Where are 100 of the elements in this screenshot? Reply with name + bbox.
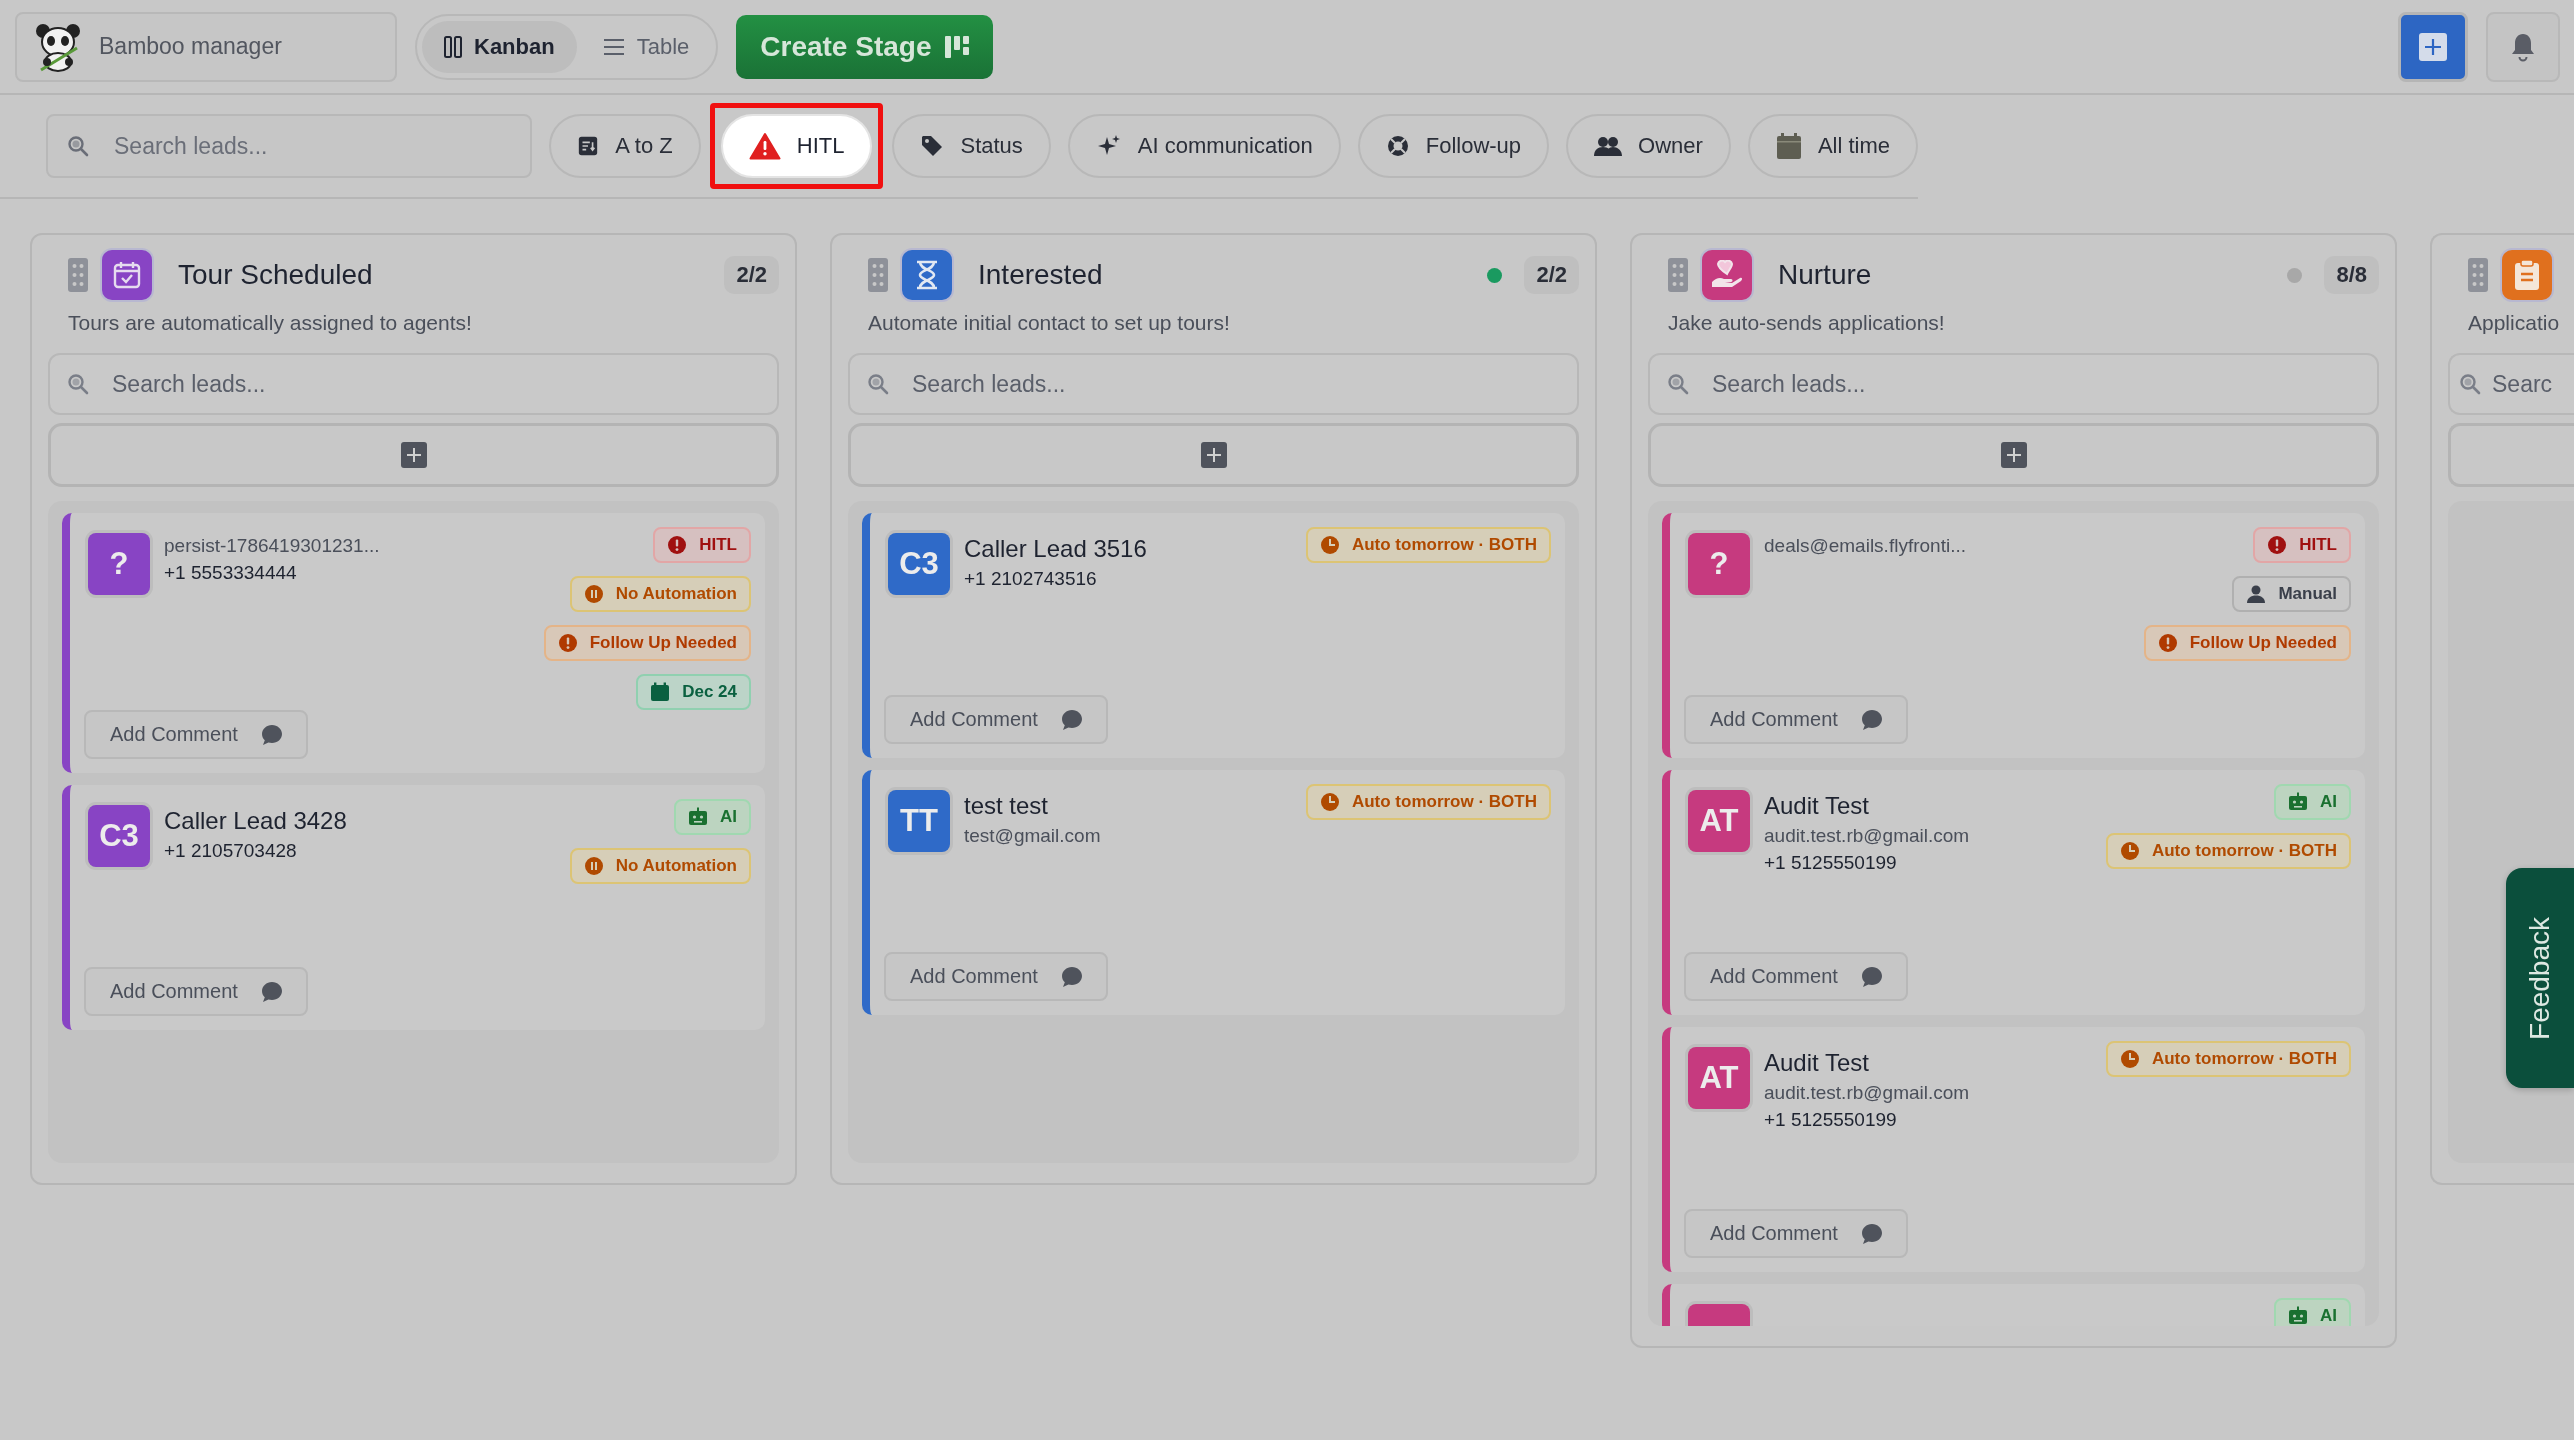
lead-contact: persist-1786419301231... xyxy=(164,535,380,557)
search-icon xyxy=(2458,372,2482,396)
workspace-name: Bamboo manager xyxy=(99,33,282,60)
status-tag: HITL xyxy=(2253,527,2351,563)
robot-icon xyxy=(2288,792,2308,812)
add-lead-button[interactable] xyxy=(848,423,1579,487)
search-field[interactable]: Search leads... xyxy=(848,353,1579,415)
lead-phone: +1 5125550199 xyxy=(1764,852,1898,874)
robot-icon xyxy=(2288,1306,2308,1326)
lead-card[interactable]: ? persist-1786419301231... +1 5553334444 HITL No Automation Follow Up Needed Dec 24 Add Comment xyxy=(62,513,765,773)
search-field[interactable]: Search leads... xyxy=(1648,353,2379,415)
search-field[interactable]: Search leads... xyxy=(48,353,779,415)
search-field[interactable]: Search leads... xyxy=(46,114,533,178)
status-tag: Follow Up Needed xyxy=(543,625,751,661)
notifications-button[interactable] xyxy=(2486,11,2560,82)
add-icon xyxy=(400,442,427,468)
lead-card[interactable]: C3 Caller Lead 3516 +1 2102743516 Auto tomorrow · BOTH Add Comment xyxy=(862,513,1565,758)
lead-phone: +1 5553334444 xyxy=(164,562,298,584)
alert-icon xyxy=(667,535,688,555)
stage-title: Nurture xyxy=(1778,259,1872,291)
avatar: TT xyxy=(888,790,950,852)
status-tag: AI xyxy=(674,799,751,835)
status-tag: No Automation xyxy=(569,848,751,884)
add-comment-button[interactable]: Add Comment xyxy=(84,967,308,1016)
stage-description: Automate initial contact to set up tours! xyxy=(868,311,1231,335)
lead-card[interactable]: ? deals@emails.flyfronti... HITL Manual Follow Up Needed Add Comment xyxy=(1662,513,2365,758)
filter-button[interactable]: All time xyxy=(1747,114,1918,178)
list-icon xyxy=(602,37,625,56)
avatar: AT xyxy=(1688,1047,1750,1109)
search-icon xyxy=(66,372,90,396)
lead-name: test test xyxy=(964,792,1050,820)
columns-icon xyxy=(444,35,462,58)
add-comment-button[interactable]: Add Comment xyxy=(1684,1209,1908,1258)
pause-icon xyxy=(583,856,604,876)
search-icon xyxy=(866,372,890,396)
lead-phone: +1 5125550199 xyxy=(1764,1109,1898,1131)
sort-icon xyxy=(577,135,600,157)
alert-icon xyxy=(2267,535,2288,555)
filter-button[interactable]: HITL xyxy=(720,114,873,178)
panda-icon xyxy=(33,21,83,72)
lead-card[interactable]: C3 Caller Lead 3428 +1 2105703428 AI No Automation Add Comment xyxy=(62,785,765,1030)
add-comment-button[interactable]: Add Comment xyxy=(884,695,1108,744)
robot-icon xyxy=(688,807,708,827)
view-tab[interactable]: Kanban xyxy=(422,20,577,73)
add-comment-button[interactable]: Add Comment xyxy=(1684,952,1908,1001)
stage-description: Applicatio xyxy=(2468,311,2561,335)
status-tag: Auto tomorrow · BOTH xyxy=(2105,1041,2351,1077)
avatar: C3 xyxy=(88,805,150,867)
filter-button[interactable]: A to Z xyxy=(549,114,701,178)
plus-icon xyxy=(2419,32,2447,61)
avatar: ? xyxy=(88,533,150,595)
filter-button[interactable]: Status xyxy=(892,114,1051,178)
chat-bubble-icon xyxy=(1059,964,1084,989)
feedback-tab[interactable]: Feedback xyxy=(2506,868,2574,1088)
add-comment-button[interactable]: Add Comment xyxy=(1684,695,1908,744)
grid-icon xyxy=(945,35,970,58)
add-lead-button[interactable] xyxy=(1648,423,2379,487)
clock-icon xyxy=(2119,841,2140,861)
workspace-selector[interactable]: Bamboo manager xyxy=(15,11,397,82)
lead-contact: deals@emails.flyfronti... xyxy=(1764,535,1966,557)
search-field[interactable]: Searc xyxy=(2448,353,2574,415)
pause-icon xyxy=(583,584,604,604)
add-comment-button[interactable]: Add Comment xyxy=(84,710,308,759)
lead-card[interactable]: AT Audit Test audit.test.rb@gmail.com +1 5125550199 AI Auto tomorrow · BOTH Add Comment xyxy=(1662,770,2365,1015)
stage-description: Tours are automatically assigned to agents! xyxy=(68,311,473,335)
alert-icon xyxy=(557,633,578,653)
lead-contact: audit.test.rb@gmail.com xyxy=(1764,825,1970,847)
lead-count: 2/2 xyxy=(724,256,779,294)
avatar: ? xyxy=(1688,533,1750,595)
add-icon xyxy=(2000,442,2027,468)
search-icon xyxy=(1666,372,1690,396)
status-tag: Manual xyxy=(2232,576,2351,612)
lead-name: Caller Lead 3516 xyxy=(964,535,1147,563)
drag-handle-icon xyxy=(2468,258,2488,292)
chat-bubble-icon xyxy=(1859,964,1884,989)
lead-name: Audit Test xyxy=(1764,1049,1870,1077)
status-tag: AI xyxy=(2274,1298,2351,1326)
drag-handle-icon xyxy=(1668,258,1688,292)
filter-button[interactable]: Follow-up xyxy=(1357,114,1550,178)
lead-card[interactable]: AI xyxy=(1662,1284,2365,1326)
add-button[interactable] xyxy=(2398,11,2468,82)
stage-title: Tour Scheduled xyxy=(178,259,373,291)
lead-card[interactable]: TT test test test@gmail.com Auto tomorrow · BOTH Add Comment xyxy=(862,770,1565,1015)
bell-icon xyxy=(2510,31,2536,62)
add-comment-button[interactable]: Add Comment xyxy=(884,952,1108,1001)
lead-contact: test@gmail.com xyxy=(964,825,1101,847)
lead-card[interactable]: AT Audit Test audit.test.rb@gmail.com +1 5125550199 Auto tomorrow · BOTH Add Comment xyxy=(1662,1027,2365,1272)
filter-button[interactable]: AI communication xyxy=(1067,114,1341,178)
status-tag: No Automation xyxy=(569,576,751,612)
chat-bubble-icon xyxy=(259,722,284,747)
alert-icon xyxy=(2157,633,2178,653)
view-tab[interactable]: Table xyxy=(580,20,712,73)
lead-contact: audit.test.rb@gmail.com xyxy=(1764,1082,1970,1104)
avatar: C3 xyxy=(888,533,950,595)
add-lead-button[interactable] xyxy=(48,423,779,487)
filter-button[interactable]: Owner xyxy=(1566,114,1731,178)
status-tag: AI xyxy=(2274,784,2351,820)
chat-bubble-icon xyxy=(1859,707,1884,732)
create-stage-button[interactable]: Create Stage xyxy=(736,14,994,79)
status-tag: Auto tomorrow · BOTH xyxy=(2105,833,2351,869)
